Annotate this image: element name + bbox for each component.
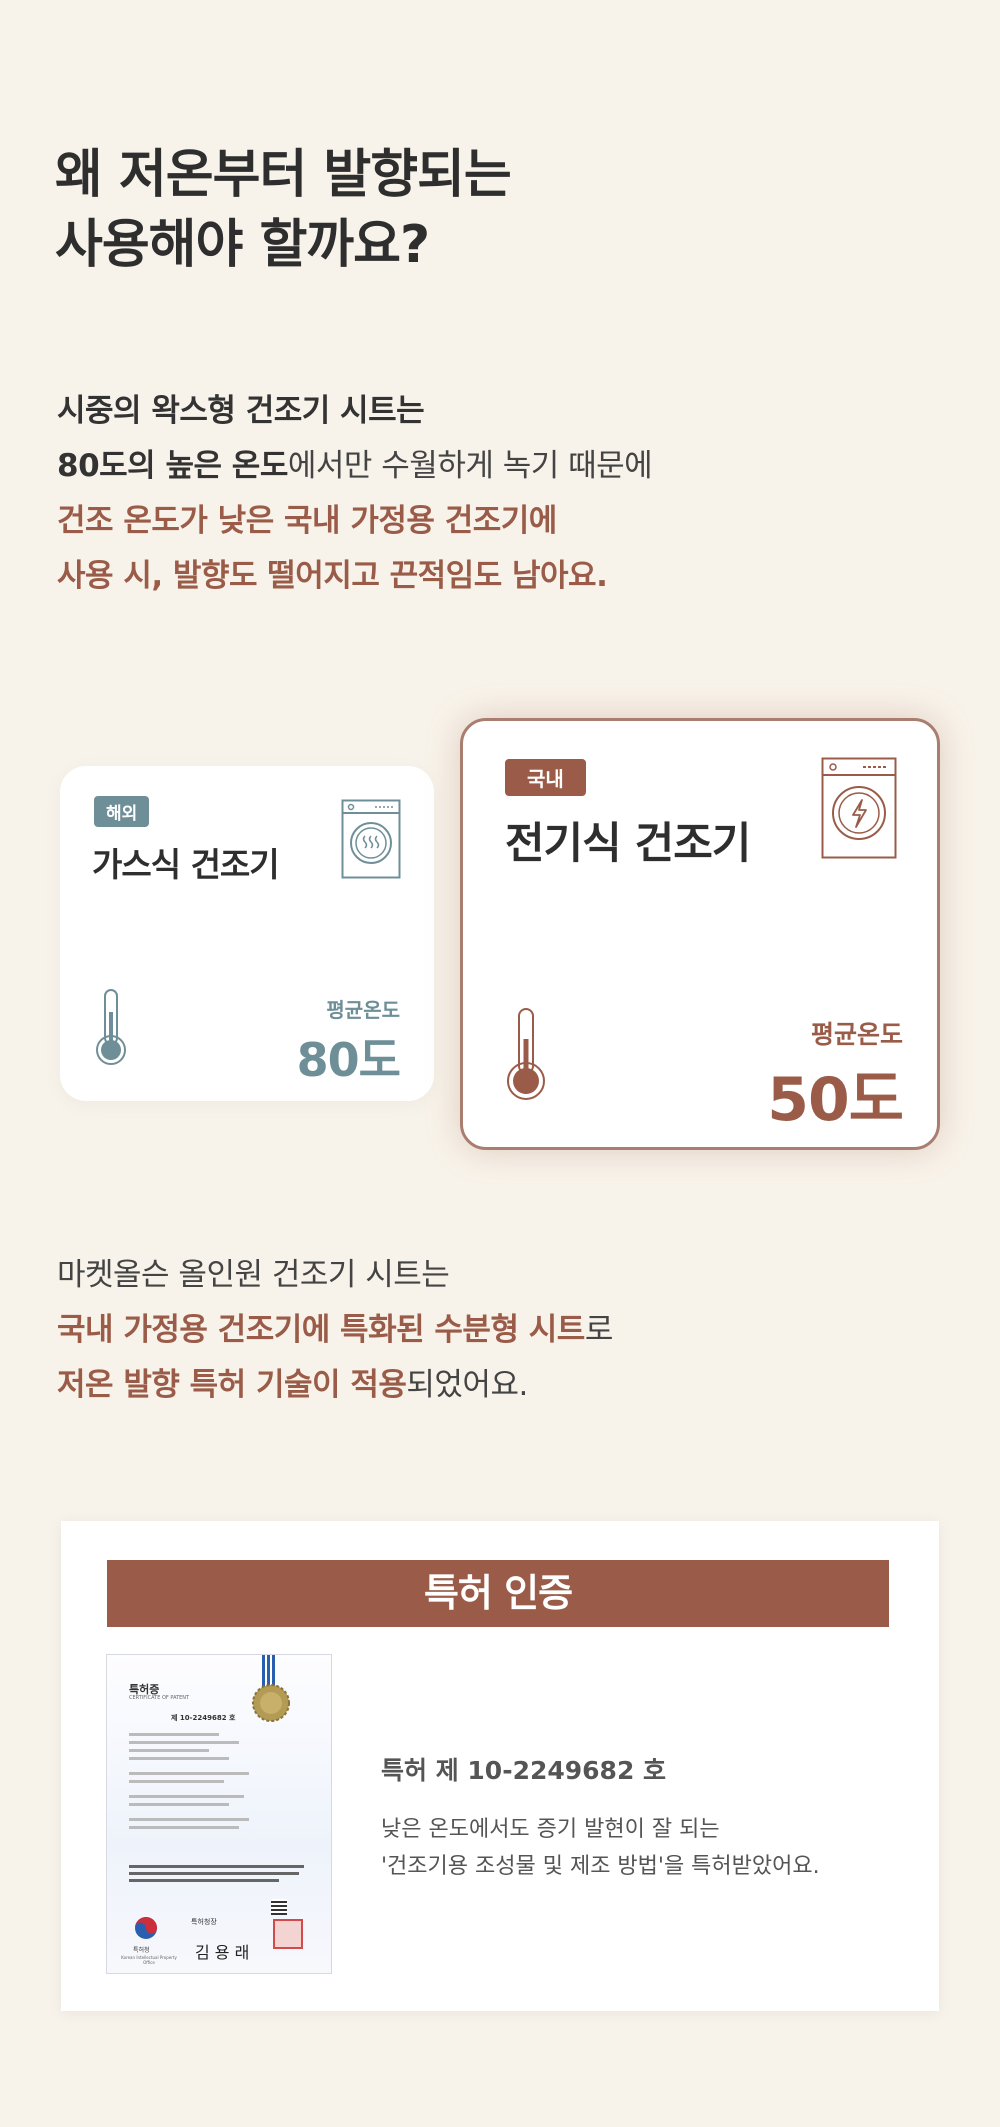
steam-washer-icon <box>341 799 401 879</box>
cert-statement <box>129 1865 309 1886</box>
electric-washer-icon <box>821 757 897 859</box>
intro-highlight: 80도의 높은 온도 <box>57 448 288 484</box>
closing-line-2-rest: 로 <box>584 1312 614 1348</box>
patent-header: 특허 인증 <box>107 1560 889 1627</box>
intro-line-2: 80도의 높은 온도에서만 수월하게 녹기 때문에 <box>57 439 653 494</box>
patent-desc-line-1: 낮은 온도에서도 증기 발현이 잘 되는 <box>381 1817 720 1842</box>
foreign-badge: 해외 <box>94 796 150 827</box>
foreign-temp-label: 평균온도 <box>326 998 400 1022</box>
cert-commissioner: 특허청장 <box>191 1918 217 1926</box>
intro-line-2-rest: 에서만 수월하게 녹기 때문에 <box>287 448 653 484</box>
domestic-badge: 국내 <box>505 759 586 796</box>
thermometer-icon <box>507 1008 545 1100</box>
cert-text-block <box>129 1733 249 1847</box>
cert-number: 제 10-2249682 호 <box>171 1714 236 1722</box>
patent-certificate-image: 특허증 CERTIFICATE OF PATENT 제 10-2249682 호… <box>106 1654 332 1974</box>
domestic-dryer-name: 전기식 건조기 <box>505 819 751 869</box>
closing-line-3: 저온 발향 특허 기술이 적용되었어요. <box>57 1358 613 1413</box>
intro-line-1: 시중의 왁스형 건조기 시트는 <box>57 393 425 429</box>
patent-number: 특허 제 10-2249682 호 <box>381 1756 667 1785</box>
cert-signature: 김 용 래 <box>195 1943 250 1962</box>
page-title: 왜 저온부터 발향되는 사용해야 할까요? <box>55 140 512 280</box>
domestic-dryer-card: 국내 전기식 건조기 평균온도 50도 <box>460 718 940 1150</box>
foreign-dryer-card: 해외 가스식 건조기 평균온도 80도 <box>60 766 434 1101</box>
patent-description: 낮은 온도에서도 증기 발현이 잘 되는 '건조기용 조성물 및 제조 방법'을… <box>381 1811 820 1885</box>
cert-office: 특허청 <box>133 1947 150 1954</box>
patent-desc-line-2: '건조기용 조성물 및 제조 방법'을 특허받았어요. <box>381 1854 820 1879</box>
closing-highlight-2: 저온 발향 특허 기술이 적용 <box>57 1367 407 1403</box>
closing-paragraph: 마켓올슨 올인원 건조기 시트는 국내 가정용 건조기에 특화된 수분형 시트로… <box>57 1248 613 1413</box>
domestic-temp-value: 50도 <box>767 1065 904 1135</box>
closing-highlight-1: 국내 가정용 건조기에 특화된 수분형 시트 <box>57 1312 585 1348</box>
domestic-temp-label: 평균온도 <box>810 1020 903 1049</box>
patent-section: 특허 인증 특허증 CERTIFICATE OF PATENT 제 10-224… <box>61 1521 939 2011</box>
foreign-temp-value: 80도 <box>296 1033 401 1087</box>
cert-office-en: Korean Intellectual Property Office <box>121 1955 177 1965</box>
closing-line-3-rest: 되었어요. <box>406 1367 528 1403</box>
title-line-2: 사용해야 할까요? <box>55 215 430 275</box>
cert-subtitle: CERTIFICATE OF PATENT <box>129 1695 190 1701</box>
title-line-1: 왜 저온부터 발향되는 <box>55 145 512 205</box>
qr-code <box>271 1899 287 1915</box>
closing-line-2: 국내 가정용 건조기에 특화된 수분형 시트로 <box>57 1303 613 1358</box>
taegeuk-logo-icon <box>135 1917 157 1939</box>
red-stamp <box>273 1919 303 1949</box>
foreign-dryer-name: 가스식 건조기 <box>92 845 280 884</box>
closing-line-1: 마켓올슨 올인원 건조기 시트는 <box>57 1257 450 1293</box>
intro-paragraph: 시중의 왁스형 건조기 시트는 80도의 높은 온도에서만 수월하게 녹기 때문… <box>57 384 653 604</box>
intro-line-4: 사용 시, 발향도 떨어지고 끈적임도 남아요. <box>57 558 608 594</box>
gold-seal-icon <box>252 1684 290 1722</box>
intro-line-3: 건조 온도가 낮은 국내 가정용 건조기에 <box>57 503 557 539</box>
thermometer-icon <box>96 989 126 1065</box>
